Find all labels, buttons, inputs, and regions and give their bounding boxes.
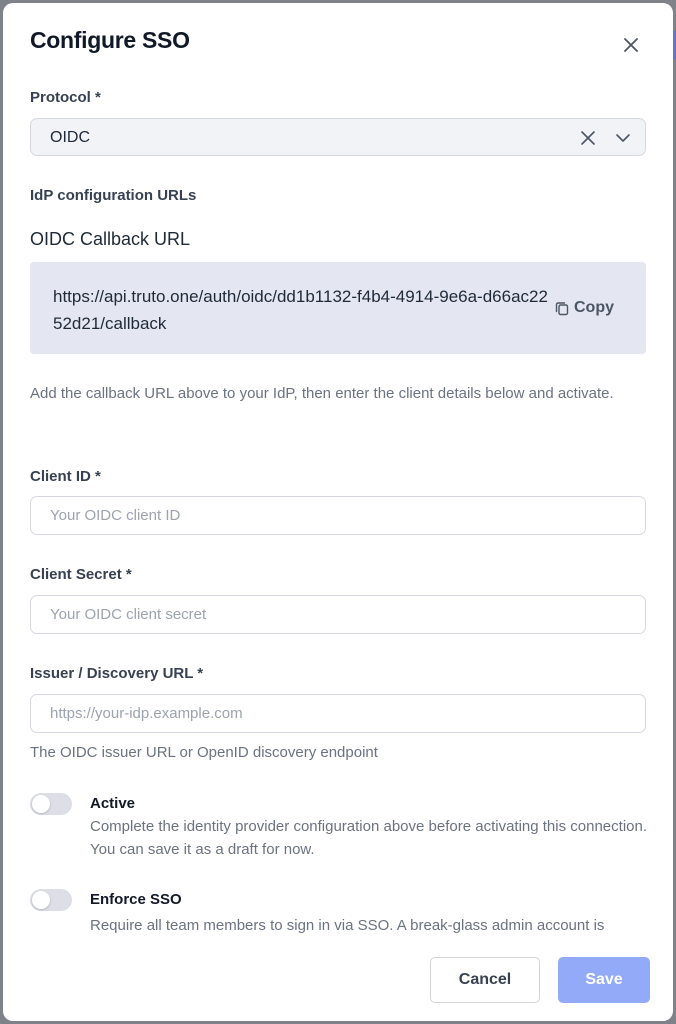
close-icon bbox=[624, 38, 638, 52]
issuer-url-input[interactable] bbox=[30, 694, 646, 733]
protocol-label: Protocol * bbox=[30, 89, 101, 106]
chevron-down-icon[interactable] bbox=[614, 130, 632, 146]
callback-url-text: https://api.truto.one/auth/oidc/dd1b1132… bbox=[53, 287, 548, 333]
cancel-button[interactable]: Cancel bbox=[430, 957, 540, 1003]
instructions-text: Add the callback URL above to your IdP, … bbox=[30, 385, 614, 402]
enforce-sso-toggle-knob bbox=[32, 891, 50, 909]
idp-urls-section-label: IdP configuration URLs bbox=[30, 187, 197, 204]
protocol-value: OIDC bbox=[50, 129, 90, 146]
copy-label: Copy bbox=[574, 299, 614, 316]
client-secret-input[interactable] bbox=[30, 595, 646, 634]
client-id-label: Client ID * bbox=[30, 468, 101, 485]
client-id-input[interactable] bbox=[30, 496, 646, 535]
enforce-sso-title: Enforce SSO bbox=[90, 891, 182, 908]
clear-icon[interactable] bbox=[579, 129, 597, 147]
protocol-select[interactable]: OIDC bbox=[30, 118, 646, 156]
configure-sso-dialog: Configure SSO Protocol * OIDC IdP config… bbox=[3, 3, 673, 1021]
enforce-sso-toggle[interactable] bbox=[30, 889, 72, 911]
active-toggle-knob bbox=[32, 795, 50, 813]
close-button[interactable] bbox=[619, 33, 643, 57]
issuer-label: Issuer / Discovery URL * bbox=[30, 665, 204, 682]
callback-url-box: https://api.truto.one/auth/oidc/dd1b1132… bbox=[30, 262, 646, 354]
issuer-help-text: The OIDC issuer URL or OpenID discovery … bbox=[30, 744, 378, 761]
client-secret-label: Client Secret * bbox=[30, 566, 132, 583]
active-description: Complete the identity provider configura… bbox=[90, 818, 647, 858]
copy-icon bbox=[555, 301, 569, 315]
enforce-sso-description: Require all team members to sign in via … bbox=[90, 917, 605, 934]
copy-button[interactable]: Copy bbox=[555, 298, 614, 318]
save-button[interactable]: Save bbox=[558, 957, 650, 1003]
dialog-title: Configure SSO bbox=[30, 27, 190, 53]
active-toggle[interactable] bbox=[30, 793, 72, 815]
active-title: Active bbox=[90, 795, 136, 812]
callback-url-title: OIDC Callback URL bbox=[30, 229, 191, 249]
